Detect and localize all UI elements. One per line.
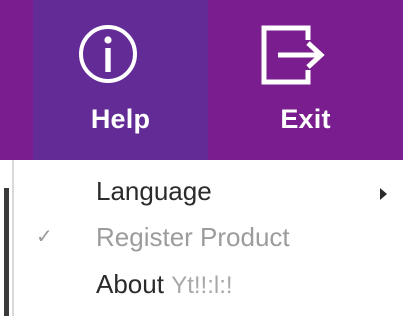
help-label: Help (90, 104, 151, 134)
toolbar: Help Exit (0, 0, 403, 160)
submenu-arrow-icon (380, 188, 387, 200)
checkmark-icon: ✓ (36, 226, 53, 248)
menu-item-language[interactable]: Language (14, 170, 403, 216)
menu-item-label: Register Product (96, 222, 290, 252)
menu-item-label: Language (96, 176, 212, 206)
app-name: Yt!!:l:! (171, 272, 233, 299)
menu-item-label-wrap: About Yt!!:l:! (96, 269, 233, 300)
window-edge-strip (4, 188, 9, 316)
exit-button[interactable]: Exit (208, 0, 403, 160)
info-icon (79, 25, 137, 83)
window-edge (0, 172, 12, 316)
exit-label: Exit (280, 104, 331, 134)
menu-item-label: About (96, 269, 164, 299)
exit-icon (261, 25, 325, 85)
help-button[interactable]: Help (33, 0, 208, 160)
app-window: Help Exit Language ✓ Register Product Ab… (0, 0, 403, 316)
menu-item-about[interactable]: About Yt!!:l:! (14, 263, 403, 309)
help-dropdown-menu: Language ✓ Register Product About Yt!!:l… (12, 160, 403, 316)
menu-item-register-product: ✓ Register Product (14, 216, 403, 262)
